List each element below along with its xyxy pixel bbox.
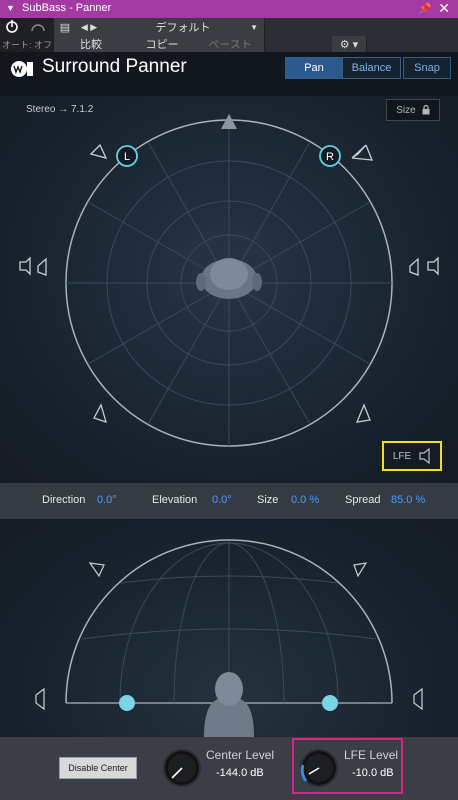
center-level-label: Center Level [206,748,275,762]
lfe-level-knob[interactable] [299,748,339,788]
rear-right-speaker-icon [355,403,371,423]
mode-pan-button[interactable]: Pan [285,57,343,79]
listener-head-icon [196,258,262,299]
file-icon[interactable]: ▤ [54,18,77,36]
top-right-speaker-icon [353,562,368,578]
app-title: Surround Panner [42,56,187,77]
direction-value[interactable]: 0.0° [97,494,117,506]
preset-select[interactable]: デフォルト ▼ [102,18,265,36]
elevation-value[interactable]: 0.0° [212,494,232,506]
elevation-field[interactable] [0,519,458,737]
chevron-down-icon: ▼ [250,22,258,32]
spread-label: Spread [345,494,381,506]
center-level-value[interactable]: -144.0 dB [216,767,264,779]
top-left-speaker-icon [88,562,105,578]
listener-bust-icon [204,672,254,737]
front-left-speaker-icon [89,143,108,159]
pin-icon[interactable]: 📌 [418,2,432,15]
mode-snap-button[interactable]: Snap [403,57,451,79]
parameter-bar: Direction 0.0° Elevation 0.0° Size 0.0 %… [0,483,458,519]
right-elevation-handle[interactable] [322,695,338,711]
right-speaker-marker[interactable]: R [319,145,341,167]
center-speaker-icon [221,114,237,129]
right-speaker-label: R [326,151,334,163]
elevation-label: Elevation [152,494,198,506]
surround-field[interactable]: L R [0,96,458,483]
size-param-value[interactable]: 0.0 % [291,494,319,506]
window-titlebar: ▼ SubBass - Panner 📌 ✕ [0,0,458,18]
settings-gear-icon[interactable]: ⚙ ▾ [332,36,367,52]
lfe-label: LFE [392,450,412,462]
mode-balance-button[interactable]: Balance [342,57,401,79]
compare-button[interactable]: 比較 [54,36,129,52]
lfe-level-label: LFE Level [344,748,399,762]
paste-button[interactable]: ペースト [196,36,265,52]
power-controls [0,18,54,36]
close-icon[interactable]: ✕ [438,0,450,17]
window-title: SubBass - Panner [22,2,112,14]
left-speaker-label: L [124,151,130,163]
window-menu-icon[interactable]: ▼ [6,3,15,13]
lfe-button[interactable]: LFE [382,441,442,471]
size-param-label: Size [257,494,279,506]
rear-left-speaker-icon [93,403,107,424]
preset-name: デフォルト [155,22,211,34]
center-level-knob[interactable] [162,748,202,788]
power-icon[interactable] [0,18,54,36]
spread-value[interactable]: 85.0 % [391,494,425,506]
left-elevation-handle[interactable] [119,695,135,711]
automation-toggle[interactable]: オート: オフ [0,36,54,52]
direction-label: Direction [42,494,86,506]
lfe-speaker-icon [419,448,430,464]
copy-button[interactable]: コピー [128,36,197,52]
lfe-level-value[interactable]: -10.0 dB [352,767,394,779]
preset-nav-icons[interactable]: ◀ ▶ [76,18,103,36]
disable-center-button[interactable]: Disable Center [59,757,137,779]
preset-bar: ▤ ◀ ▶ デフォルト ▼ オート: オフ 比較 コピー ペースト ⚙ ▾ [0,18,458,52]
front-right-speaker-icon [351,144,374,161]
brand-logo-icon [11,61,33,77]
left-speaker-marker[interactable]: L [116,145,138,167]
